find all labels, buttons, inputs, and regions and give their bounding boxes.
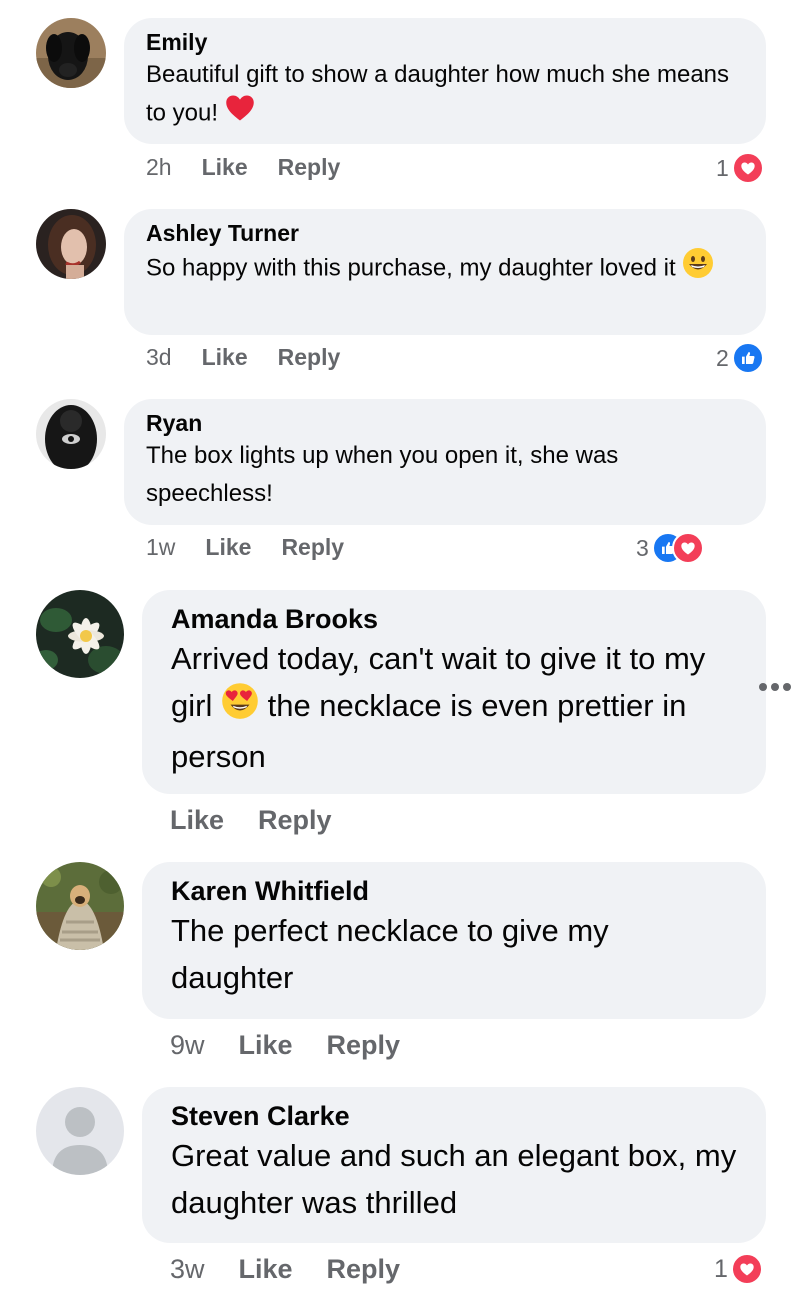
comment-bubble: Emily Beautiful gift to show a daughter … bbox=[124, 18, 766, 144]
love-reaction-icon bbox=[731, 152, 764, 184]
like-button[interactable]: Like bbox=[239, 1030, 293, 1061]
reactions-summary[interactable]: 1 bbox=[714, 1253, 763, 1285]
comment-bubble: Karen Whitfield The perfect necklace to … bbox=[142, 862, 766, 1019]
comment-text: The perfect necklace to give my daughter bbox=[171, 913, 609, 995]
love-reaction-icon bbox=[730, 1253, 763, 1285]
like-reaction-icon bbox=[731, 342, 764, 374]
comment-actions: 1w Like Reply bbox=[146, 532, 344, 562]
comment-text: So happy with this purchase, my daughter… bbox=[146, 247, 744, 291]
more-options-icon[interactable] bbox=[758, 680, 792, 694]
avatar[interactable] bbox=[36, 862, 124, 950]
heart-eyes-emoji bbox=[221, 682, 259, 733]
comment-time[interactable]: 2h bbox=[146, 154, 172, 181]
reactions-summary[interactable]: 3 bbox=[636, 532, 704, 564]
comment-actions: 3w Like Reply bbox=[170, 1251, 400, 1287]
default-avatar-icon[interactable] bbox=[36, 1087, 124, 1175]
reactions-summary[interactable]: 2 bbox=[716, 342, 764, 374]
comment-text: Great value and such an elegant box, my … bbox=[171, 1138, 737, 1220]
avatar[interactable] bbox=[36, 399, 106, 469]
reply-button[interactable]: Reply bbox=[278, 154, 341, 181]
reaction-count: 1 bbox=[716, 154, 729, 181]
like-button[interactable]: Like bbox=[202, 154, 248, 181]
reaction-count: 3 bbox=[636, 534, 649, 561]
comment-actions: 2h Like Reply bbox=[146, 152, 340, 182]
comment-bubble: Ashley Turner So happy with this purchas… bbox=[124, 209, 766, 335]
comment-text-body: So happy with this purchase, my daughter… bbox=[146, 254, 676, 282]
like-button[interactable]: Like bbox=[170, 805, 224, 836]
comment-time[interactable]: 1w bbox=[146, 534, 175, 561]
reply-button[interactable]: Reply bbox=[258, 805, 332, 836]
comment-text: Arrived today, can't wait to give it to … bbox=[171, 635, 738, 780]
comment-actions: 9w Like Reply bbox=[170, 1027, 400, 1063]
comment-time[interactable]: 3w bbox=[170, 1254, 205, 1285]
comment-text: The box lights up when you open it, she … bbox=[146, 442, 619, 507]
reply-button[interactable]: Reply bbox=[327, 1254, 401, 1285]
avatar[interactable] bbox=[36, 209, 106, 279]
like-button[interactable]: Like bbox=[205, 534, 251, 561]
comment-author[interactable]: Amanda Brooks bbox=[171, 603, 738, 635]
love-reaction-icon bbox=[671, 532, 704, 564]
comment-actions: Like Reply bbox=[170, 802, 332, 838]
comment-bubble: Ryan The box lights up when you open it,… bbox=[124, 399, 766, 525]
heart-emoji bbox=[225, 94, 255, 134]
comment-author[interactable]: Steven Clarke bbox=[171, 1100, 738, 1132]
avatar[interactable] bbox=[36, 18, 106, 88]
reaction-count: 1 bbox=[714, 1254, 728, 1283]
avatar[interactable] bbox=[36, 590, 124, 678]
reply-button[interactable]: Reply bbox=[281, 534, 344, 561]
comment-author[interactable]: Ryan bbox=[146, 410, 744, 437]
grinning-face-emoji bbox=[682, 247, 714, 291]
comment-time[interactable]: 3d bbox=[146, 344, 172, 371]
reply-button[interactable]: Reply bbox=[278, 344, 341, 371]
comment-text: Beautiful gift to show a daughter how mu… bbox=[146, 56, 744, 134]
comment-bubble: Amanda Brooks Arrived today, can't wait … bbox=[142, 590, 766, 794]
like-button[interactable]: Like bbox=[202, 344, 248, 371]
like-button[interactable]: Like bbox=[239, 1254, 293, 1285]
comment-author[interactable]: Emily bbox=[146, 29, 744, 56]
comment-bubble: Steven Clarke Great value and such an el… bbox=[142, 1087, 766, 1243]
comment-time[interactable]: 9w bbox=[170, 1030, 205, 1061]
reply-button[interactable]: Reply bbox=[327, 1030, 401, 1061]
reactions-summary[interactable]: 1 bbox=[716, 152, 764, 184]
comment-author[interactable]: Karen Whitfield bbox=[171, 875, 738, 907]
comment-author[interactable]: Ashley Turner bbox=[146, 220, 744, 247]
reaction-count: 2 bbox=[716, 344, 729, 371]
comment-actions: 3d Like Reply bbox=[146, 342, 340, 372]
